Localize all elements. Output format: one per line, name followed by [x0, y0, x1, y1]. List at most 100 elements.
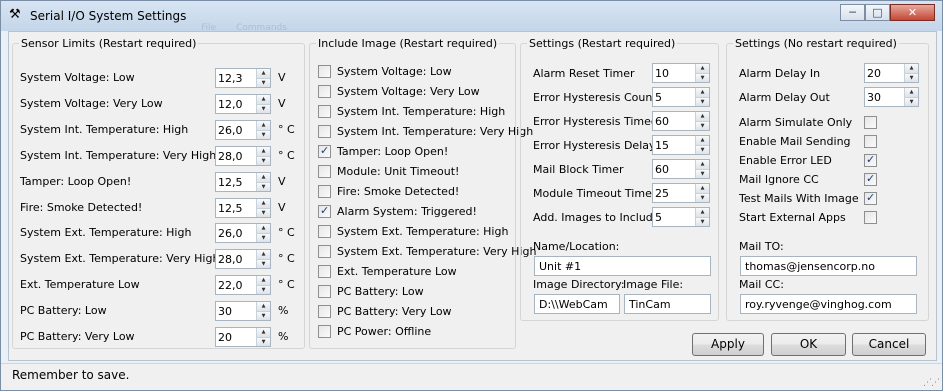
spin-up-arrow-icon[interactable]: ▲	[257, 224, 270, 234]
spin-arrows[interactable]: ▲ ▼	[256, 276, 270, 295]
spin-up-arrow-icon[interactable]: ▲	[696, 88, 709, 97]
spin-down-arrow-icon[interactable]: ▼	[257, 233, 270, 243]
spin-arrows[interactable]: ▲ ▼	[256, 146, 270, 165]
spin-arrows[interactable]: ▲ ▼	[256, 94, 270, 113]
spin-down-arrow-icon[interactable]: ▼	[257, 103, 270, 113]
no-restart-option-checkbox[interactable]	[864, 116, 877, 129]
spin-arrows[interactable]: ▲ ▼	[256, 302, 270, 321]
spin-down-arrow-icon[interactable]: ▼	[696, 193, 709, 202]
apply-button[interactable]: Apply	[692, 333, 764, 356]
include-image-checkbox[interactable]	[318, 305, 331, 318]
maximize-button[interactable]: □	[865, 4, 890, 21]
spin-down-arrow-icon[interactable]: ▼	[257, 155, 270, 165]
spin-up-arrow-icon[interactable]: ▲	[905, 64, 918, 73]
spin-down-arrow-icon[interactable]: ▼	[257, 337, 270, 346]
spin-down-arrow-icon[interactable]: ▼	[696, 145, 709, 154]
include-image-checkbox[interactable]	[318, 325, 331, 338]
close-button[interactable]: ✕	[890, 4, 935, 21]
image-directory-field[interactable]: D:\\WebCam	[534, 294, 620, 314]
spin-down-arrow-icon[interactable]: ▼	[696, 169, 709, 178]
spin-up-arrow-icon[interactable]: ▲	[257, 94, 270, 104]
spin-arrows[interactable]: ▲ ▼	[256, 69, 270, 87]
sensor-limit-spinner[interactable]: 30 ▲ ▼	[215, 301, 271, 322]
no-restart-option-checkbox[interactable]	[864, 211, 877, 224]
spin-up-arrow-icon[interactable]: ▲	[696, 112, 709, 121]
no-restart-option-checkbox[interactable]: ✓	[864, 172, 877, 186]
spin-up-arrow-icon[interactable]: ▲	[696, 208, 709, 217]
spin-down-arrow-icon[interactable]: ▼	[696, 217, 709, 226]
no-restart-option-checkbox[interactable]: ✓	[864, 153, 877, 167]
spin-arrows[interactable]: ▲ ▼	[695, 184, 709, 202]
sensor-limit-spinner[interactable]: 28,0 ▲ ▼	[215, 249, 271, 270]
spin-arrows[interactable]: ▲ ▼	[904, 88, 918, 106]
restart-setting-spinner[interactable]: 15 ▲ ▼	[652, 135, 710, 155]
spin-up-arrow-icon[interactable]: ▲	[257, 250, 270, 260]
spin-up-arrow-icon[interactable]: ▲	[257, 146, 270, 156]
spin-arrows[interactable]: ▲ ▼	[256, 172, 270, 191]
spin-arrows[interactable]: ▲ ▼	[256, 250, 270, 269]
spin-down-arrow-icon[interactable]: ▼	[696, 97, 709, 106]
spin-arrows[interactable]: ▲ ▼	[904, 64, 918, 82]
include-image-checkbox[interactable]	[318, 225, 331, 238]
spin-arrows[interactable]: ▲ ▼	[256, 328, 270, 346]
spin-arrows[interactable]: ▲ ▼	[695, 208, 709, 226]
spin-up-arrow-icon[interactable]: ▲	[905, 88, 918, 97]
resize-grip-icon[interactable]: ⋰⋰	[923, 378, 940, 388]
minimize-button[interactable]: ─	[840, 4, 865, 21]
no-restart-setting-spinner[interactable]: 20 ▲ ▼	[864, 63, 919, 83]
spin-arrows[interactable]: ▲ ▼	[695, 64, 709, 82]
sensor-limit-spinner[interactable]: 26,0 ▲ ▼	[215, 119, 271, 140]
sensor-limit-spinner[interactable]: 28,0 ▲ ▼	[215, 145, 271, 166]
spin-up-arrow-icon[interactable]: ▲	[696, 64, 709, 73]
spin-up-arrow-icon[interactable]: ▲	[696, 160, 709, 169]
spin-up-arrow-icon[interactable]: ▲	[257, 120, 270, 130]
mail-cc-field[interactable]: roy.ryvenge@vinghog.com	[740, 294, 917, 314]
include-image-checkbox[interactable]	[318, 85, 331, 98]
no-restart-option-checkbox[interactable]: ✓	[864, 191, 877, 205]
name-location-field[interactable]: Unit #1	[534, 256, 711, 276]
spin-arrows[interactable]: ▲ ▼	[695, 112, 709, 130]
spin-down-arrow-icon[interactable]: ▼	[257, 311, 270, 321]
mail-to-field[interactable]: thomas@jensencorp.no	[740, 256, 917, 276]
spin-down-arrow-icon[interactable]: ▼	[696, 121, 709, 130]
spin-up-arrow-icon[interactable]: ▲	[257, 172, 270, 182]
include-image-checkbox[interactable]	[318, 265, 331, 278]
restart-setting-spinner[interactable]: 60 ▲ ▼	[652, 159, 710, 179]
restart-setting-spinner[interactable]: 25 ▲ ▼	[652, 183, 710, 203]
restart-setting-spinner[interactable]: 5 ▲ ▼	[652, 207, 710, 227]
restart-setting-spinner[interactable]: 10 ▲ ▼	[652, 63, 710, 83]
cancel-button[interactable]: Cancel	[852, 333, 926, 356]
spin-down-arrow-icon[interactable]: ▼	[696, 73, 709, 82]
spin-down-arrow-icon[interactable]: ▼	[905, 97, 918, 106]
include-image-checkbox[interactable]	[318, 165, 331, 178]
spin-up-arrow-icon[interactable]: ▲	[696, 136, 709, 145]
include-image-checkbox[interactable]: ✓	[318, 144, 331, 158]
sensor-limit-spinner[interactable]: 12,5 ▲ ▼	[215, 171, 271, 192]
sensor-limit-spinner[interactable]: 26,0 ▲ ▼	[215, 223, 271, 244]
spin-up-arrow-icon[interactable]: ▲	[257, 276, 270, 286]
include-image-checkbox[interactable]	[318, 65, 331, 78]
no-restart-setting-spinner[interactable]: 30 ▲ ▼	[864, 87, 919, 107]
include-image-checkbox[interactable]	[318, 245, 331, 258]
include-image-checkbox[interactable]	[318, 105, 331, 118]
spin-arrows[interactable]: ▲ ▼	[256, 120, 270, 139]
spin-down-arrow-icon[interactable]: ▼	[905, 73, 918, 82]
image-file-field[interactable]: TinCam	[624, 294, 711, 314]
ok-button[interactable]: OK	[771, 333, 846, 356]
spin-down-arrow-icon[interactable]: ▼	[257, 78, 270, 87]
spin-arrows[interactable]: ▲ ▼	[256, 224, 270, 243]
spin-up-arrow-icon[interactable]: ▲	[257, 198, 270, 208]
spin-down-arrow-icon[interactable]: ▼	[257, 129, 270, 139]
restart-setting-spinner[interactable]: 5 ▲ ▼	[652, 87, 710, 107]
spin-up-arrow-icon[interactable]: ▲	[696, 184, 709, 193]
spin-arrows[interactable]: ▲ ▼	[695, 160, 709, 178]
sensor-limit-spinner[interactable]: 12,0 ▲ ▼	[215, 93, 271, 114]
spin-up-arrow-icon[interactable]: ▲	[257, 69, 270, 78]
include-image-checkbox[interactable]	[318, 125, 331, 138]
include-image-checkbox[interactable]	[318, 185, 331, 198]
restart-setting-spinner[interactable]: 60 ▲ ▼	[652, 111, 710, 131]
spin-down-arrow-icon[interactable]: ▼	[257, 181, 270, 191]
sensor-limit-spinner[interactable]: 22,0 ▲ ▼	[215, 275, 271, 296]
no-restart-option-checkbox[interactable]	[864, 135, 877, 148]
spin-arrows[interactable]: ▲ ▼	[695, 136, 709, 154]
